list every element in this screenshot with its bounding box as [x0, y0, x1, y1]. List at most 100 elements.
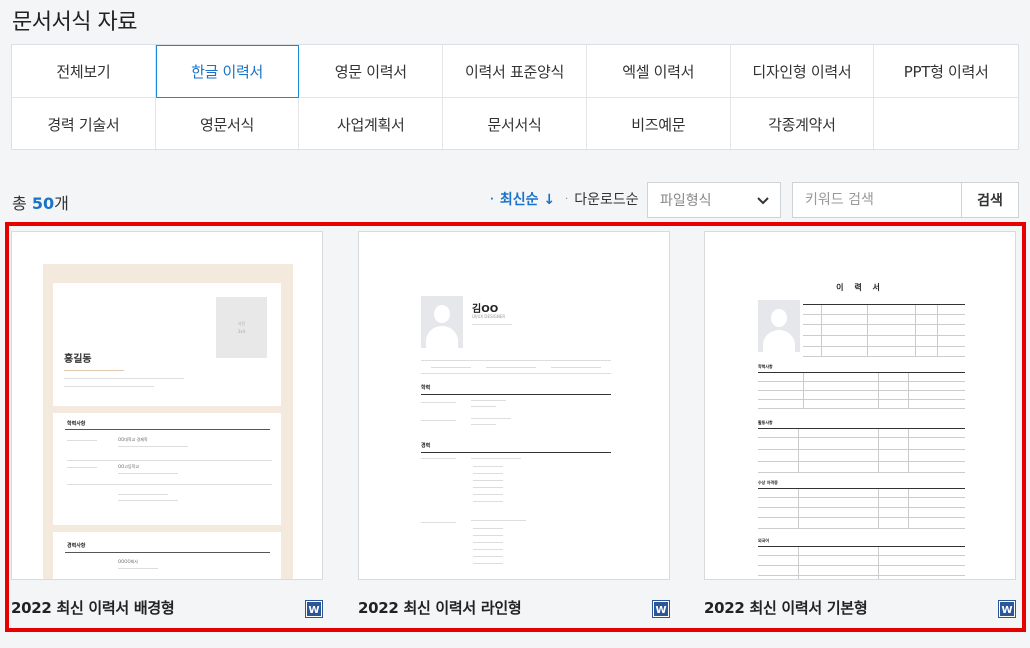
text-line — [472, 324, 512, 325]
tab-all[interactable]: 전체보기 — [12, 45, 156, 98]
preview-section: 학력 — [421, 385, 431, 391]
search-button[interactable]: 검색 — [961, 182, 1019, 218]
avatar-placeholder-icon — [421, 296, 463, 348]
text-line — [473, 556, 503, 557]
tab-english-resume[interactable]: 영문 이력서 — [299, 45, 444, 98]
keyword-search-input[interactable] — [792, 182, 962, 218]
category-tabs: 전체보기 한글 이력서 영문 이력서 이력서 표준양식 엑셀 이력서 디자인형 … — [11, 44, 1019, 151]
text-line — [64, 370, 124, 371]
sort-latest-label: 최신순 ↓ — [499, 192, 556, 208]
text-line — [471, 424, 496, 425]
photo-placeholder: 사진 3x4 — [216, 297, 267, 358]
tab-business-plan[interactable]: 사업계획서 — [299, 98, 444, 151]
sort-latest[interactable]: · 최신순 ↓ — [490, 189, 555, 209]
word-document-icon: W — [305, 600, 323, 618]
preview-text: OOOO회사 — [118, 559, 138, 564]
preview-section: 수상 자격증 — [758, 480, 778, 485]
preview-section: 외국어 — [758, 538, 770, 543]
tab-business-examples[interactable]: 비즈예문 — [587, 98, 731, 151]
text-line — [471, 400, 506, 401]
text-line — [473, 473, 503, 474]
template-thumbnail[interactable]: 김OO UI/UX DESIGNER 학력 경력 — [358, 231, 670, 580]
text-line — [118, 494, 168, 495]
text-line — [473, 480, 503, 481]
divider — [65, 429, 270, 430]
text-line — [473, 494, 503, 495]
count-prefix: 총 — [12, 194, 32, 213]
text-line — [64, 378, 184, 379]
text-line — [421, 420, 456, 421]
text-line — [473, 466, 503, 467]
template-thumbnail[interactable]: 사진 3x4 홍길동 학력사항 OO대학교 경제학 OO고등학교 경력사항 OO… — [11, 231, 323, 580]
tab-english-forms[interactable]: 영문서식 — [156, 98, 300, 151]
text-line — [421, 458, 456, 459]
tab-document-forms[interactable]: 문서서식 — [443, 98, 587, 151]
page-title: 문서서식 자료 — [12, 10, 137, 35]
table — [758, 488, 965, 529]
chevron-down-icon — [757, 197, 769, 205]
count-number: 50 — [31, 194, 55, 213]
file-type-select[interactable]: 파일형식 — [647, 182, 781, 218]
text-line — [471, 418, 511, 419]
tab-empty-cell — [874, 98, 1018, 151]
preview-section: 활동사항 — [758, 420, 773, 425]
text-line — [118, 446, 188, 447]
thumbnail-paper — [53, 532, 281, 579]
text-line — [473, 542, 503, 543]
file-type-value: 파일형식 — [660, 193, 712, 209]
tab-career-description[interactable]: 경력 기술서 — [12, 98, 156, 151]
tab-design-resume[interactable]: 디자인형 이력서 — [730, 45, 875, 98]
divider — [421, 452, 611, 453]
tab-standard-resume[interactable]: 이력서 표준양식 — [443, 45, 587, 98]
bullet-icon: · — [490, 193, 494, 205]
template-thumbnail[interactable]: 이 력 서 학력사항 활동사항 수상 자격증 외국어 — [704, 231, 1016, 580]
divider — [67, 460, 272, 461]
photo-label: 사진 — [237, 321, 246, 326]
table — [758, 428, 965, 473]
preview-text: OO대학교 경제학 — [118, 437, 148, 442]
text-line — [67, 440, 97, 441]
template-title[interactable]: 2022 최신 이력서 배경형 — [11, 597, 175, 618]
svg-text:W: W — [1001, 605, 1012, 616]
tab-excel-resume[interactable]: 엑셀 이력서 — [586, 45, 731, 98]
tab-korean-resume[interactable]: 한글 이력서 — [155, 45, 300, 98]
tab-ppt-resume[interactable]: PPT형 이력서 — [874, 45, 1018, 98]
template-title[interactable]: 2022 최신 이력서 기본형 — [704, 597, 868, 618]
template-card[interactable]: 김OO UI/UX DESIGNER 학력 경력 2022 최신 이력서 라인형… — [358, 231, 670, 628]
preview-doc-title: 이 력 서 — [836, 283, 884, 292]
text-line — [64, 386, 154, 387]
sort-downloads-label: 다운로드순 — [574, 192, 639, 208]
preview-text: OO고등학교 — [118, 464, 140, 469]
bullet-icon: · — [565, 193, 569, 205]
template-card[interactable]: 이 력 서 학력사항 활동사항 수상 자격증 외국어 2022 최신 이력서 기… — [704, 231, 1016, 628]
preview-section: 학력사항 — [758, 364, 773, 369]
text-line — [421, 522, 456, 523]
divider — [67, 484, 272, 485]
preview-name: 김OO — [472, 304, 499, 315]
text-line — [473, 535, 503, 536]
info-table — [803, 304, 965, 357]
text-line — [473, 549, 503, 550]
tab-contracts[interactable]: 각종계약서 — [731, 98, 875, 151]
table — [758, 372, 965, 409]
word-document-icon: W — [652, 600, 670, 618]
preview-role: UI/UX DESIGNER — [472, 314, 506, 319]
text-line — [118, 473, 178, 474]
contact-line — [421, 360, 611, 374]
text-line — [118, 500, 178, 501]
text-line — [421, 402, 456, 403]
template-title[interactable]: 2022 최신 이력서 라인형 — [358, 597, 522, 618]
template-card[interactable]: 사진 3x4 홍길동 학력사항 OO대학교 경제학 OO고등학교 경력사항 OO… — [11, 231, 323, 628]
sort-downloads[interactable]: · 다운로드순 — [565, 189, 639, 209]
preview-name: 홍길동 — [64, 354, 92, 365]
text-line — [118, 568, 158, 569]
text-line — [473, 563, 503, 564]
preview-section: 경력 — [421, 443, 431, 449]
preview-section: 경력사항 — [67, 543, 86, 549]
result-count: 총 50개 — [12, 190, 69, 214]
text-line — [473, 487, 503, 488]
text-line — [471, 520, 526, 521]
svg-text:W: W — [308, 605, 319, 616]
svg-text:W: W — [655, 605, 666, 616]
count-suffix: 개 — [54, 194, 69, 213]
